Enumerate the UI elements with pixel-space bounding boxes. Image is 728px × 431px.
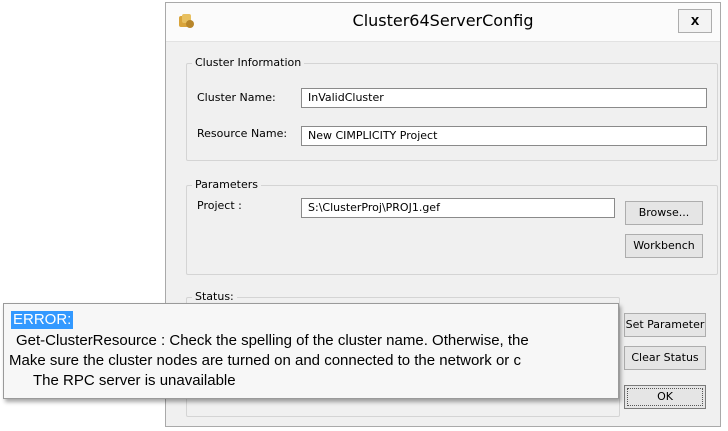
resource-name-label: Resource Name: (197, 127, 288, 140)
close-icon: x (690, 12, 700, 29)
resource-name-field[interactable]: New CIMPLICITY Project (301, 126, 707, 146)
cluster-information-label: Cluster Information (192, 56, 305, 69)
error-line-2: Make sure the cluster nodes are turned o… (9, 352, 521, 369)
project-path-field[interactable]: S:\ClusterProj\PROJ1.gef (301, 198, 615, 218)
ok-button[interactable]: OK (624, 385, 706, 409)
error-heading: ERROR: (11, 311, 74, 329)
set-parameter-button[interactable]: Set Parameter (624, 313, 706, 337)
close-button[interactable]: x (678, 9, 712, 33)
cluster-name-field[interactable]: InValidCluster (301, 88, 707, 108)
error-line-1: Get-ClusterResource : Check the spelling… (16, 332, 529, 349)
cluster-name-label: Cluster Name: (197, 91, 276, 104)
status-label: Status: (192, 290, 237, 303)
error-line-3: The RPC server is unavailable (33, 372, 236, 389)
parameters-label: Parameters (192, 178, 261, 191)
window-title: Cluster64ServerConfig (352, 11, 534, 30)
clear-status-button[interactable]: Clear Status (624, 346, 706, 370)
workbench-button[interactable]: Workbench (625, 234, 703, 258)
project-label: Project : (197, 199, 242, 212)
error-tooltip: ERROR: Get-ClusterResource : Check the s… (3, 303, 619, 399)
cluster-information-group (186, 63, 718, 161)
title-bar[interactable]: Cluster64ServerConfig x (166, 3, 720, 42)
browse-button[interactable]: Browse... (625, 201, 703, 225)
